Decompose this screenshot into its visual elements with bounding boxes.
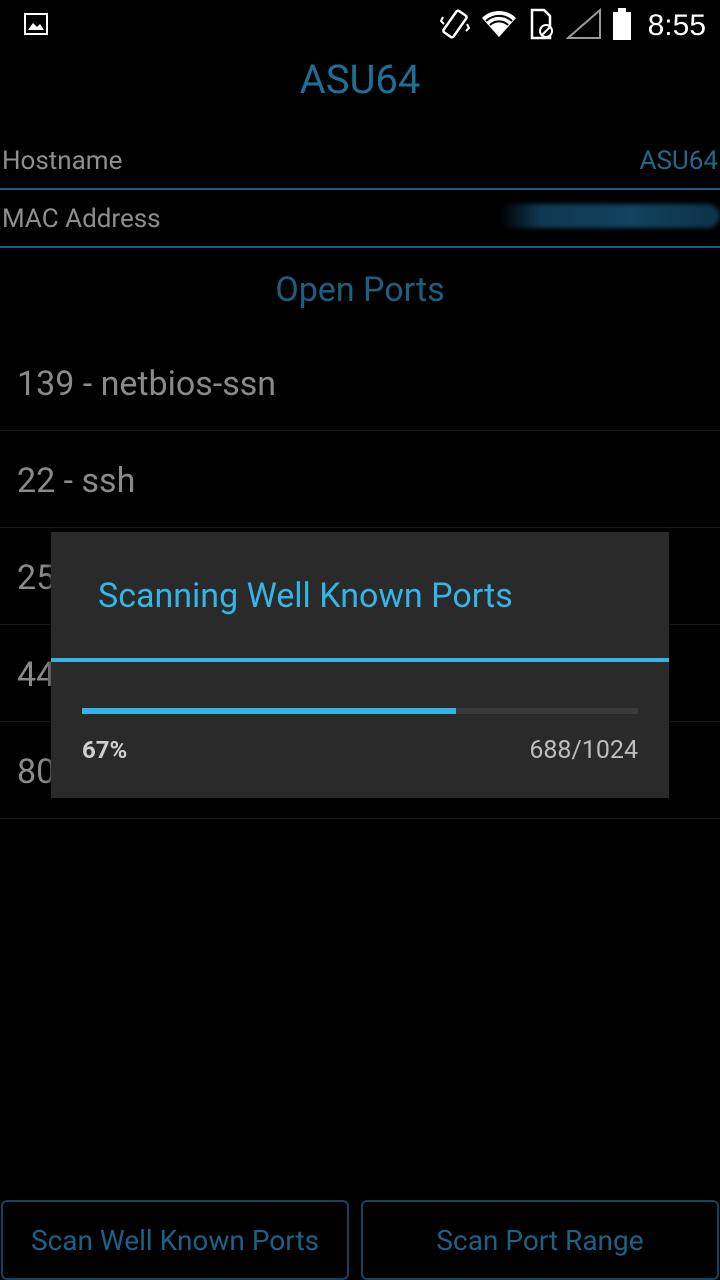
wifi-icon [480,9,518,43]
vibrate-icon [439,7,470,45]
page-title: ASU64 [299,56,421,103]
progress-bar [82,708,638,714]
status-bar: 8:55 [0,0,720,50]
list-item[interactable]: 22 - ssh [0,431,720,528]
mac-address-label: MAC Address [2,204,161,234]
mac-address-redacted [500,204,720,228]
hostname-value: ASU64 [639,146,718,176]
list-item[interactable]: 139 - netbios-ssn [0,334,720,431]
scan-well-known-ports-button[interactable]: Scan Well Known Ports [1,1200,349,1280]
hostname-row: Hostname ASU64 [0,132,720,190]
port-label: 139 - netbios-ssn [17,364,277,404]
progress-count: 688/1024 [529,736,638,765]
port-label: 25 [17,558,56,598]
port-label: 44 [17,655,56,695]
status-time: 8:55 [647,9,706,42]
dialog-divider [51,658,669,662]
open-ports-title: Open Ports [275,270,445,310]
progress-bar-fill [82,708,456,714]
scan-progress-dialog: Scanning Well Known Ports 67% 688/1024 [51,532,669,798]
port-label: 22 - ssh [17,461,136,501]
dialog-title: Scanning Well Known Ports [98,576,513,616]
hostname-label: Hostname [2,146,123,176]
port-label: 80 [17,752,56,792]
progress-percent: 67% [82,736,128,764]
sd-card-icon [528,8,556,44]
mac-address-row: MAC Address [0,190,720,248]
scan-port-range-button[interactable]: Scan Port Range [361,1200,719,1280]
image-icon [24,13,48,39]
battery-icon [612,7,632,45]
signal-icon [564,7,602,44]
